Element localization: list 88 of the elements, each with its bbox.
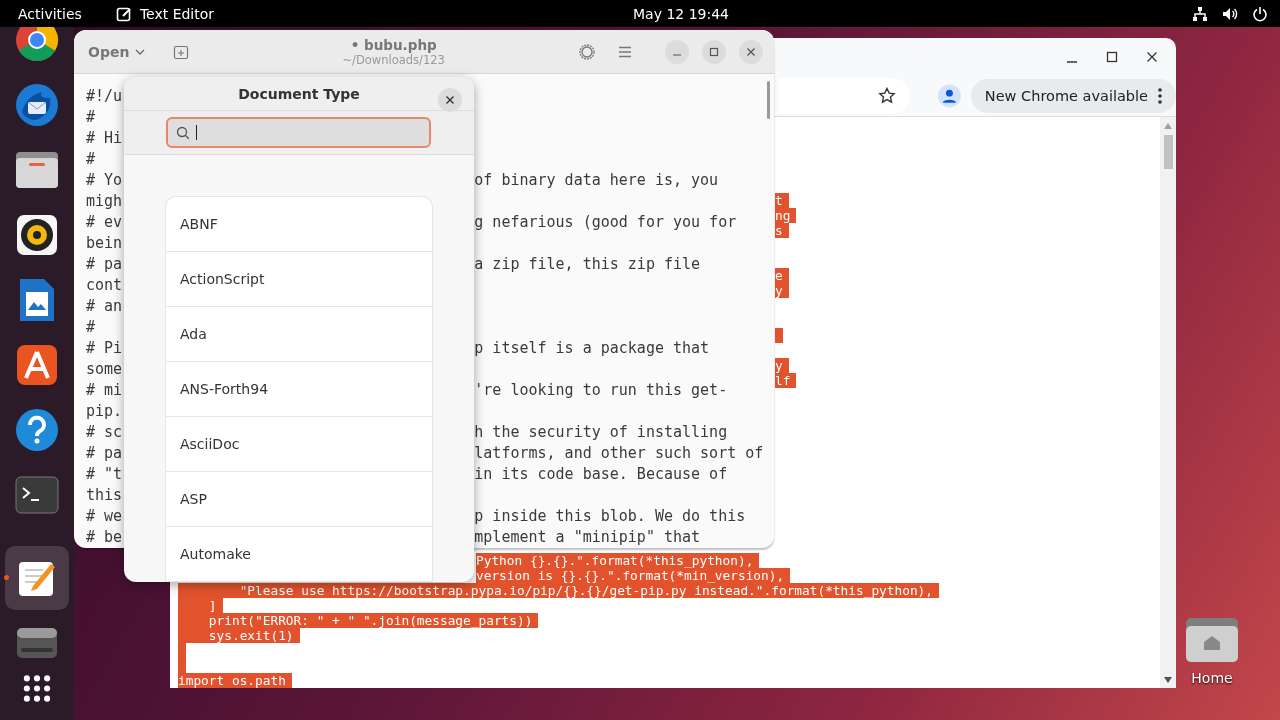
open-button[interactable]: Open bbox=[88, 43, 146, 60]
code-line: # be bbox=[86, 527, 123, 548]
shopping-bag-icon bbox=[15, 343, 59, 387]
code-line: # Hi bbox=[86, 128, 123, 149]
code-line: # ev bbox=[86, 212, 123, 233]
file-path: ~/Downloads/123 bbox=[342, 52, 445, 67]
update-button[interactable]: New Chrome available bbox=[970, 78, 1176, 113]
folder-icon bbox=[1184, 616, 1240, 664]
close-icon bbox=[746, 46, 756, 57]
popover-title: Document Type bbox=[238, 85, 360, 102]
document-icon bbox=[18, 278, 56, 322]
app-menu[interactable]: Text Editor bbox=[139, 5, 215, 22]
clock[interactable]: May 12 19:44 bbox=[633, 5, 729, 22]
code-line: # bbox=[86, 107, 96, 128]
close-icon bbox=[445, 95, 455, 105]
home-folder-shortcut[interactable]: Home bbox=[1182, 616, 1242, 686]
scroll-down-icon[interactable] bbox=[1164, 677, 1172, 683]
code-line: p inside this blob. We do this bbox=[474, 506, 746, 527]
search-icon bbox=[176, 125, 190, 140]
code-line: in its code base. Because of bbox=[474, 464, 728, 485]
code-line: of binary data here is, you bbox=[474, 170, 719, 191]
help-icon bbox=[15, 408, 59, 452]
star-icon[interactable] bbox=[878, 86, 896, 105]
app-grid-icon[interactable] bbox=[21, 675, 53, 702]
code-line: # sc bbox=[86, 422, 123, 443]
code-line: # bbox=[86, 317, 96, 338]
text-editor-icon bbox=[115, 5, 132, 22]
activities-button[interactable]: Activities bbox=[18, 5, 82, 22]
minimize-icon[interactable] bbox=[1066, 60, 1078, 63]
window-title: • bubu.php bbox=[350, 36, 437, 53]
code-line: # an bbox=[86, 296, 123, 317]
search-field[interactable] bbox=[166, 117, 431, 149]
list-item[interactable]: ANS-Forth94 bbox=[166, 362, 432, 417]
list-item[interactable]: AsciiDoc bbox=[166, 417, 432, 472]
scroll-thumb[interactable] bbox=[1163, 135, 1173, 169]
code-line: 're looking to run this get- bbox=[474, 380, 728, 401]
close-button[interactable] bbox=[438, 88, 462, 112]
code-line: some bbox=[86, 359, 123, 380]
terminal-icon bbox=[15, 476, 59, 514]
folder-icon bbox=[15, 150, 59, 190]
code-line: latforms, and other such sort of bbox=[474, 443, 764, 464]
caret-icon bbox=[135, 48, 146, 55]
browser-icon bbox=[15, 27, 59, 62]
code-line: # Yo bbox=[86, 170, 123, 191]
maximize-icon bbox=[709, 46, 719, 57]
list-item[interactable]: Ada bbox=[166, 307, 432, 362]
code-line: # Pi bbox=[86, 338, 123, 359]
menu-icon[interactable] bbox=[618, 45, 632, 58]
code-line: mplement a "minipip" that bbox=[474, 527, 701, 548]
profile-icon[interactable] bbox=[938, 83, 961, 108]
list-item[interactable]: ASP bbox=[166, 472, 432, 527]
code-line: p itself is a package that bbox=[474, 338, 710, 359]
scroll-thumb[interactable] bbox=[767, 81, 770, 119]
code-line: migh bbox=[86, 191, 123, 212]
list-item[interactable]: Automake bbox=[166, 527, 432, 582]
code-line: pip. bbox=[86, 401, 123, 422]
text-cursor bbox=[196, 125, 197, 141]
speaker-icon bbox=[17, 215, 57, 255]
code-line: # pa bbox=[86, 443, 123, 464]
code-line: # "t bbox=[86, 464, 123, 485]
list-item[interactable]: ABNF bbox=[166, 197, 432, 252]
power-icon[interactable] bbox=[1252, 5, 1268, 22]
more-icon bbox=[1158, 87, 1162, 104]
maximize-icon[interactable] bbox=[1106, 50, 1118, 63]
running-indicator bbox=[4, 575, 9, 580]
close-icon[interactable] bbox=[1146, 50, 1158, 63]
code-line: bein bbox=[86, 233, 123, 254]
code-line: # bbox=[86, 149, 96, 170]
list-item[interactable]: ActionScript bbox=[166, 252, 432, 307]
code-line: # mi bbox=[86, 380, 123, 401]
code-line: this bbox=[86, 485, 123, 506]
bird-icon bbox=[14, 82, 60, 128]
network-icon[interactable] bbox=[1192, 5, 1208, 22]
scrollbar[interactable] bbox=[1160, 117, 1176, 688]
new-tab-icon[interactable] bbox=[173, 43, 190, 60]
minimize-icon bbox=[672, 54, 682, 56]
code-line: # we bbox=[86, 506, 123, 527]
code-line: # pa bbox=[86, 254, 123, 275]
dock-item[interactable] bbox=[5, 546, 69, 610]
code-line: #!/u bbox=[86, 86, 123, 107]
code-line: cont bbox=[86, 275, 123, 296]
code-line: g nefarious (good for you for bbox=[474, 212, 737, 233]
selection-highlight bbox=[775, 328, 783, 343]
code-line: a zip file, this zip file bbox=[474, 254, 701, 275]
maximize-button[interactable] bbox=[702, 39, 726, 64]
settings-icon[interactable] bbox=[578, 42, 596, 61]
code-line: h the security of installing bbox=[474, 422, 728, 443]
drive-icon bbox=[15, 626, 59, 660]
